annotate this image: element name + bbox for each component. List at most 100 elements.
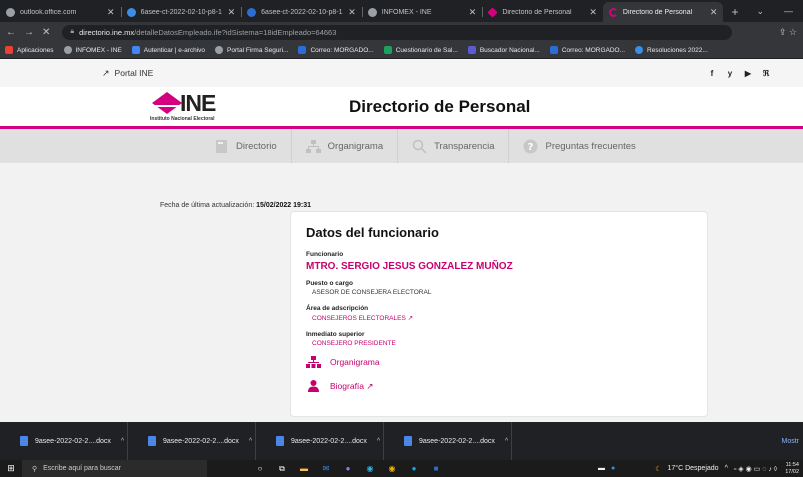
nav-organigrama[interactable]: Organigrama bbox=[292, 129, 399, 163]
browser-tab-active[interactable]: Directorio de Personal ✕ bbox=[602, 2, 724, 22]
address-toolbar: ← → ✕ 🔒︎ directorio.ine.mx /detalleDatos… bbox=[0, 22, 803, 42]
download-item[interactable]: 9asee-2022-02-2....docx ^ bbox=[0, 422, 128, 460]
tab-close-icon[interactable]: ✕ bbox=[348, 7, 356, 18]
external-link-icon: ↗ bbox=[366, 380, 374, 391]
bookmark-favicon-icon bbox=[131, 46, 140, 54]
edge-icon[interactable]: ◉ bbox=[359, 460, 381, 477]
browser-tab[interactable]: outlook.office.com ✕ bbox=[0, 2, 121, 22]
superior-link[interactable]: CONSEJERO PRESIDENTE bbox=[312, 340, 692, 347]
share-icon[interactable]: ⇪ ☆ bbox=[773, 27, 803, 38]
chrome-icon[interactable]: ◉ bbox=[381, 460, 403, 477]
question-icon: ? bbox=[523, 139, 538, 153]
browser-tab[interactable]: 6asee-ct-2022-02-10-p8-1 ✕ bbox=[241, 2, 362, 22]
bookmark-apps[interactable]: Aplicaciones bbox=[0, 46, 59, 54]
card-title: Datos del funcionario bbox=[306, 225, 439, 240]
chevron-up-icon[interactable]: ^ bbox=[121, 438, 124, 445]
organigrama-link[interactable]: Organigrama bbox=[306, 356, 692, 368]
stop-icon[interactable]: ✕ bbox=[36, 27, 56, 38]
window-controls: ⌄ — bbox=[746, 0, 803, 22]
updated-label: Fecha de última actualización: bbox=[160, 202, 255, 209]
tab-close-icon[interactable]: ✕ bbox=[469, 7, 477, 18]
bookmark-item[interactable]: INFOMEX - INE bbox=[59, 46, 127, 54]
chevron-up-icon[interactable]: ^ bbox=[249, 438, 252, 445]
bookmark-favicon-icon bbox=[298, 46, 307, 54]
tab-favicon-icon bbox=[367, 7, 377, 17]
last-updated: Fecha de última actualización: 15/02/202… bbox=[160, 202, 311, 209]
puesto-value: ASESOR DE CONSEJERA ELECTORAL bbox=[312, 289, 432, 296]
bookmark-item[interactable]: Portal Firma Seguri... bbox=[210, 46, 293, 54]
skype-icon[interactable]: ● bbox=[403, 460, 425, 477]
download-item[interactable]: 9asee-2022-02-2....docx ^ bbox=[256, 422, 384, 460]
show-all-downloads[interactable]: Mostr bbox=[782, 438, 803, 445]
clock[interactable]: 11:54 17/02 bbox=[785, 462, 799, 476]
bookmark-item[interactable]: Resoluciones 2022... bbox=[630, 46, 713, 54]
forward-icon[interactable]: → bbox=[22, 27, 36, 38]
chevron-up-icon[interactable]: ^ bbox=[725, 465, 728, 472]
bookmark-favicon-icon bbox=[63, 46, 72, 54]
teams-icon[interactable]: ● bbox=[337, 460, 359, 477]
tab-close-icon[interactable]: ✕ bbox=[710, 7, 718, 18]
person-icon bbox=[308, 380, 319, 392]
ine-logo-mark-icon bbox=[152, 92, 182, 114]
area-link[interactable]: CONSEJEROS ELECTORALES ↗ bbox=[312, 314, 692, 322]
tab-close-icon[interactable]: ✕ bbox=[107, 7, 115, 18]
weather-text[interactable]: 17°C Despejado bbox=[668, 465, 719, 472]
windows-start-icon[interactable]: ⊞ bbox=[0, 463, 22, 474]
bookmark-favicon-icon bbox=[467, 46, 476, 54]
mail-icon[interactable]: ✉ bbox=[315, 460, 337, 477]
youtube-icon[interactable]: ▶ bbox=[739, 69, 757, 78]
browser-tab[interactable]: INFOMEX - INE ✕ bbox=[361, 2, 483, 22]
tray-icons[interactable]: ▫ ◈ ◉ ▭ ◌ ♪ ◊ bbox=[734, 465, 777, 473]
puesto-label: Puesto o cargo bbox=[306, 280, 353, 287]
tab-search-icon[interactable]: ⌄ bbox=[746, 6, 774, 17]
browser-tab[interactable]: 6asee-ct-2022-02-10-p8-1 ✕ bbox=[120, 2, 242, 22]
url-input[interactable]: 🔒︎ directorio.ine.mx /detalleDatosEmplea… bbox=[62, 24, 733, 40]
bookmark-item[interactable]: Cuestionario de Sal... bbox=[379, 46, 463, 54]
bookmark-item[interactable]: Correo: MORGADO... bbox=[545, 46, 630, 54]
file-explorer-icon[interactable]: ▬ bbox=[293, 460, 315, 477]
bookmarks-bar: Aplicaciones INFOMEX - INE Autenticar | … bbox=[0, 42, 803, 59]
minus-icon[interactable]: ▬ bbox=[598, 465, 605, 472]
social-links: f y ▶ ℜ bbox=[703, 69, 775, 78]
org-chart-icon bbox=[305, 139, 321, 153]
site-header: INE Instituto Nacional Electoral Directo… bbox=[0, 87, 803, 126]
tab-close-icon[interactable]: ✕ bbox=[589, 7, 597, 18]
portal-ine-link[interactable]: Portal INE bbox=[115, 68, 154, 78]
chevron-up-icon[interactable]: ^ bbox=[505, 438, 508, 445]
bookmark-item[interactable]: Autenticar | e-archivo bbox=[127, 46, 210, 54]
bookmark-favicon-icon bbox=[635, 46, 644, 54]
area-label: Área de adscripción bbox=[306, 305, 369, 312]
bookmark-item[interactable]: Buscador Nacional... bbox=[463, 46, 545, 54]
assistant-icon[interactable]: ● bbox=[611, 465, 615, 472]
word-icon[interactable]: ■ bbox=[425, 460, 447, 477]
chevron-up-icon[interactable]: ^ bbox=[377, 438, 380, 445]
task-view-icon[interactable]: ⧉ bbox=[271, 460, 293, 477]
new-tab-button[interactable]: + bbox=[723, 2, 746, 22]
bookmark-item[interactable]: Correo: MORGADO... bbox=[293, 46, 378, 54]
nav-transparencia[interactable]: Transparencia bbox=[398, 129, 510, 163]
ine-logo[interactable]: INE Instituto Nacional Electoral bbox=[150, 90, 240, 124]
tab-label: 6asee-ct-2022-02-10-p8-1 bbox=[140, 8, 222, 16]
directory-icon bbox=[216, 139, 227, 153]
page-title: Directorio de Personal bbox=[349, 97, 531, 116]
rss-icon[interactable]: ℜ bbox=[757, 69, 775, 78]
back-icon[interactable]: ← bbox=[0, 27, 22, 38]
weather-icon: ☾ bbox=[655, 465, 662, 473]
tab-close-icon[interactable]: ✕ bbox=[228, 7, 236, 18]
download-item[interactable]: 9asee-2022-02-2....docx ^ bbox=[128, 422, 256, 460]
nav-preguntas[interactable]: ? Preguntas frecuentes bbox=[509, 129, 649, 163]
minimize-icon[interactable]: — bbox=[774, 6, 803, 16]
biografia-link[interactable]: Biografía ↗ bbox=[306, 380, 692, 392]
browser-tab[interactable]: Directorio de Personal ✕ bbox=[482, 2, 603, 22]
download-item[interactable]: 9asee-2022-02-2....docx ^ bbox=[384, 422, 512, 460]
nav-directorio[interactable]: Directorio bbox=[200, 129, 292, 163]
twitter-icon[interactable]: y bbox=[721, 69, 739, 78]
facebook-icon[interactable]: f bbox=[703, 69, 721, 78]
superior-label: Inmediato superior bbox=[306, 331, 365, 338]
taskbar-search[interactable]: ⚲ Escribe aquí para buscar bbox=[22, 460, 207, 477]
system-tray: ▬ ● ☾ 17°C Despejado ^ ▫ ◈ ◉ ▭ ◌ ♪ ◊ 11:… bbox=[592, 462, 803, 476]
cortana-icon[interactable]: ○ bbox=[249, 460, 271, 477]
tab-label: INFOMEX - INE bbox=[381, 8, 432, 16]
bookmark-favicon-icon bbox=[215, 46, 224, 54]
bookmark-favicon-icon bbox=[383, 46, 392, 54]
